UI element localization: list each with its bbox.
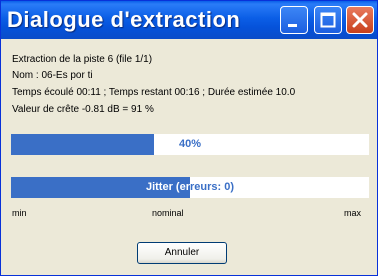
track-name: Nom : 06-Es por ti — [12, 70, 93, 81]
extraction-progress-bar: 40% — [11, 134, 369, 155]
progress-label: 40% — [178, 138, 202, 150]
close-button[interactable] — [346, 6, 374, 34]
track-info: Extraction de la piste 6 (file 1/1) — [12, 54, 153, 65]
jitter-label-clip: Jitter (erreurs: 0) — [11, 177, 190, 198]
scale-nominal-label: nominal — [152, 208, 184, 218]
minimize-button[interactable] — [280, 6, 308, 34]
window-title: Dialogue d'extraction — [7, 7, 241, 32]
close-icon — [352, 12, 368, 28]
scale-max-label: max — [344, 208, 362, 218]
peak-level: Valeur de crête -0.81 dB = 91 % — [12, 104, 154, 115]
extraction-dialog: Dialogue d'extraction Extraction de la p… — [0, 0, 378, 276]
jitter-bar: Jitter (erreurs: 0) Jitter (erreurs: 0) — [11, 177, 369, 198]
minimize-icon — [288, 24, 297, 27]
scale-min-label: min — [12, 208, 27, 218]
maximize-icon — [320, 12, 336, 28]
cancel-button[interactable]: Annuler — [137, 242, 227, 264]
jitter-label: Jitter (erreurs: 0) — [145, 181, 190, 193]
time-info: Temps écoulé 00:11 ; Temps restant 00:16… — [12, 87, 296, 98]
maximize-button[interactable] — [314, 6, 342, 34]
title-bar[interactable]: Dialogue d'extraction — [1, 1, 377, 39]
